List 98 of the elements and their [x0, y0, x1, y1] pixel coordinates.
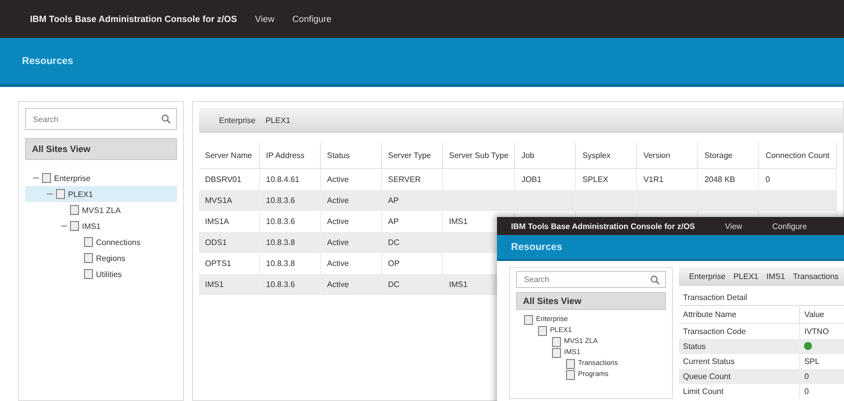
node-icon [566, 358, 575, 368]
table-cell: IMS1 [205, 280, 224, 289]
table-cell: Transaction Code [683, 327, 746, 336]
tree-item[interactable]: Utilities [25, 266, 177, 282]
tree-item[interactable]: MVS1 ZLA [25, 202, 177, 218]
table-cell: AP [388, 217, 399, 226]
table-cell: 10.8.3.8 [266, 238, 295, 247]
menu-item[interactable]: Configure [292, 14, 332, 24]
table-cell: 10.8.4.61 [266, 175, 300, 184]
table-cell: MVS1A [205, 196, 232, 205]
window-title: IBM Tools Base Administration Console for z/OS [511, 222, 696, 230]
node-icon [538, 326, 547, 336]
table-cell: IVTNO [804, 327, 829, 336]
table-cell: 0 [804, 372, 809, 381]
table-cell: V1R1 [643, 175, 664, 184]
column-header[interactable]: Status [320, 143, 382, 168]
column-header[interactable]: Connection Count [758, 143, 836, 168]
column-header[interactable]: Storage [698, 143, 759, 168]
node-icon [524, 314, 533, 324]
column-header[interactable]: Server Name [199, 143, 260, 168]
table-cell: 10.8.3.6 [266, 196, 295, 205]
table-cell: 0 [804, 387, 809, 396]
table-cell: 10.8.3.8 [266, 259, 295, 268]
search-input[interactable]: Search [31, 114, 161, 124]
breadcrumb-link[interactable]: PLEX1 [265, 116, 290, 125]
node-icon [70, 205, 79, 215]
table-cell: Active [327, 259, 349, 268]
column-header[interactable]: Server Sub Type [442, 143, 515, 168]
table-cell: Status [683, 342, 706, 351]
search-field[interactable]: Search [516, 271, 666, 288]
node-icon [84, 253, 93, 263]
column-header[interactable]: IP Address [260, 143, 320, 168]
section-title: Transaction Detail [679, 290, 844, 306]
table-cell: JOB1 [521, 175, 542, 184]
search-input[interactable]: Search [522, 274, 650, 285]
breadcrumb-link[interactable]: IMS1 [766, 272, 786, 281]
table-cell: DC [388, 280, 400, 289]
menu-item[interactable]: Configure [772, 222, 807, 230]
column-header[interactable]: Server Type [382, 143, 442, 168]
tree-item[interactable]: PLEX1 [25, 186, 177, 202]
menu-item[interactable]: View [255, 14, 274, 24]
view-dropdown[interactable]: All Sites View [516, 292, 666, 310]
tree-item[interactable]: Enterprise [25, 170, 177, 186]
collapse-icon[interactable] [33, 175, 39, 181]
table-cell: Active [327, 175, 349, 184]
breadcrumb-link[interactable]: Enterprise [689, 272, 726, 281]
column-header[interactable]: Attribute Name [679, 306, 800, 324]
page-title: Resources [22, 56, 74, 66]
table-cell: DBSRV01 [205, 175, 242, 184]
node-icon [42, 173, 51, 183]
table-cell: DC [388, 238, 400, 247]
table-cell: SERVER [388, 175, 421, 184]
table-cell: Active [327, 238, 349, 247]
table-cell: 0 [765, 175, 770, 184]
window-title: IBM Tools Base Administration Console for z/OS [30, 14, 238, 24]
table-cell: Limit Count [683, 387, 724, 396]
table-cell: Active [327, 280, 349, 289]
view-dropdown[interactable]: All Sites View [25, 138, 177, 160]
collapse-icon[interactable] [47, 191, 53, 197]
search-field[interactable]: Search [25, 108, 177, 130]
table-cell: IMS1 [449, 280, 468, 289]
breadcrumb-link[interactable]: Enterprise [219, 116, 256, 125]
table-cell: 10.8.3.6 [266, 217, 295, 226]
page-title: Resources [511, 242, 562, 252]
breadcrumb-link[interactable]: PLEX1 [733, 272, 758, 281]
tree-item[interactable]: IMS1 [25, 218, 177, 234]
search-icon [650, 274, 660, 284]
column-header[interactable]: Sysplex [576, 143, 637, 168]
table-cell: Current Status [683, 357, 735, 366]
search-icon [161, 114, 171, 124]
node-icon [70, 221, 79, 231]
column-header[interactable]: Job [514, 143, 576, 168]
table-cell: Active [327, 217, 349, 226]
table-cell: OP [388, 259, 400, 268]
table-cell: SPLEX [582, 175, 608, 184]
table-cell: Active [327, 196, 349, 205]
breadcrumb-link[interactable]: Transactions [793, 272, 839, 281]
node-icon [84, 269, 93, 279]
node-icon [552, 336, 561, 346]
table-cell: 2048 KB [704, 175, 736, 184]
table-cell: ODS1 [205, 238, 227, 247]
node-icon [56, 189, 65, 199]
table-cell: IMS1 [449, 217, 468, 226]
tree-item[interactable]: Connections [25, 234, 177, 250]
tree-item[interactable]: Regions [25, 250, 177, 266]
node-icon [552, 348, 561, 358]
table-cell: 10.8.3.6 [266, 280, 295, 289]
column-header[interactable]: Value [800, 306, 844, 324]
table-cell: SPL [804, 357, 820, 366]
table-cell: AP [388, 196, 399, 205]
table-cell: Queue Count [683, 372, 731, 381]
node-icon [566, 370, 575, 380]
table-cell: IMS1A [205, 217, 230, 226]
menu-item[interactable]: View [725, 222, 742, 230]
collapse-icon[interactable] [61, 223, 67, 229]
node-icon [84, 237, 93, 247]
table-cell: OPTS1 [205, 259, 232, 268]
column-header[interactable]: Version [636, 143, 698, 168]
